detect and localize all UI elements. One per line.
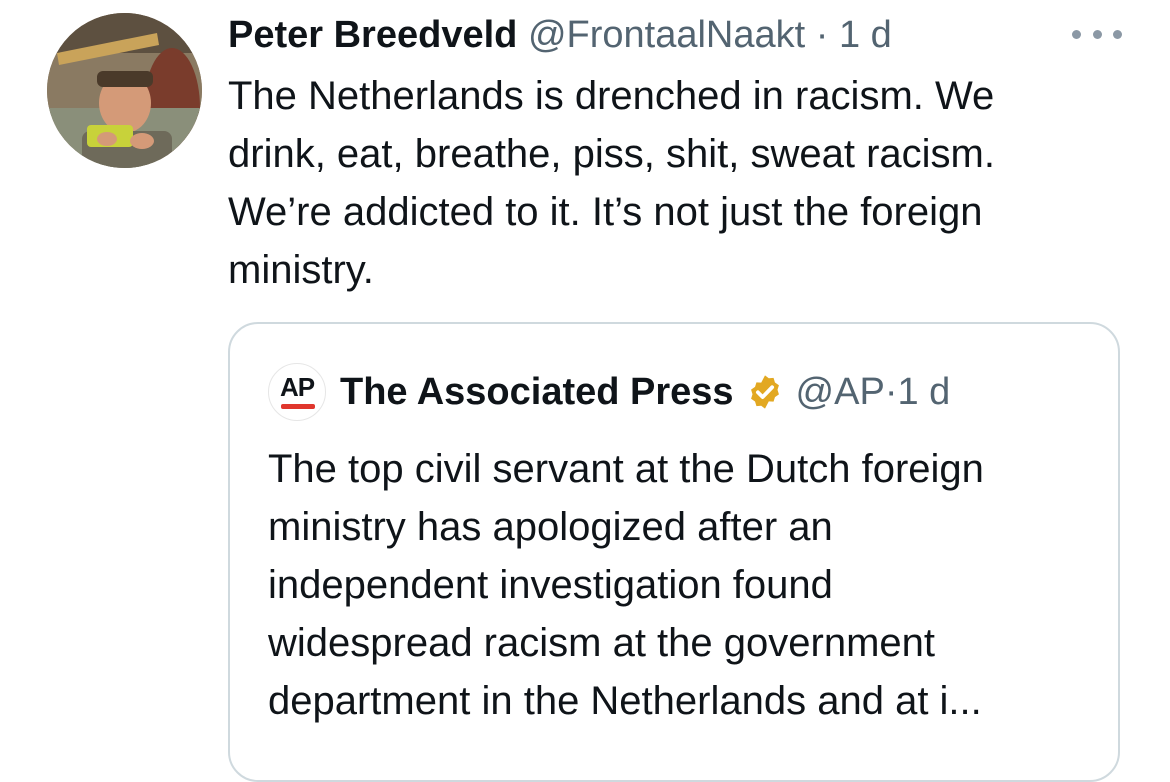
ap-logo-text: AP xyxy=(279,372,315,402)
quoted-text-line: widespread racism at the government xyxy=(268,621,935,665)
more-dot xyxy=(1092,29,1102,39)
verified-badge-icon xyxy=(750,375,779,409)
more-horizontal-icon[interactable] xyxy=(1072,22,1122,46)
quoted-tweet-card[interactable]: AP The Associated Press @AP · 1 d The to… xyxy=(228,322,1120,782)
quoted-text-line: The top civil servant at the Dutch forei… xyxy=(268,447,984,491)
quoted-text-line: department in the Netherlands and at i..… xyxy=(268,679,982,723)
user-avatar-photo-icon xyxy=(47,13,202,168)
tweet-timestamp[interactable]: 1 d xyxy=(839,14,892,56)
quoted-tweet-text: The top civil servant at the Dutch forei… xyxy=(268,440,1108,730)
quoted-tweet-header: AP The Associated Press @AP · 1 d xyxy=(268,362,950,422)
tweet-text-line: The Netherlands is drenched in racism. W… xyxy=(228,74,995,118)
ap-logo-bar xyxy=(281,404,315,409)
tweet-text-line: We’re addicted to it. It’s not just the … xyxy=(228,190,983,234)
author-avatar[interactable] xyxy=(47,13,202,168)
meta-separator: · xyxy=(815,14,829,56)
more-dot xyxy=(1113,29,1122,39)
tweet-text-line: ministry. xyxy=(228,248,374,292)
quoted-text-line: ministry has apologized after an xyxy=(268,505,833,549)
author-display-name[interactable]: Peter Breedveld xyxy=(228,14,517,56)
tweet-text: The Netherlands is drenched in racism. W… xyxy=(228,67,1128,299)
more-dot xyxy=(1072,29,1081,39)
tweet[interactable]: Peter Breedveld @FrontaalNaakt · 1 d The… xyxy=(0,0,1170,782)
tweet-header: Peter Breedveld @FrontaalNaakt · 1 d xyxy=(228,12,892,58)
ap-logo[interactable]: AP xyxy=(268,363,326,421)
quoted-text-line: independent investigation found xyxy=(268,563,833,607)
tweet-text-line: drink, eat, breathe, piss, shit, sweat r… xyxy=(228,132,995,176)
author-handle[interactable]: @FrontaalNaakt xyxy=(528,14,805,56)
quoted-display-name[interactable]: The Associated Press xyxy=(340,371,734,414)
quoted-handle[interactable]: @AP xyxy=(796,371,885,414)
quoted-timestamp[interactable]: 1 d xyxy=(897,371,950,414)
quoted-meta-separator: · xyxy=(884,370,898,413)
